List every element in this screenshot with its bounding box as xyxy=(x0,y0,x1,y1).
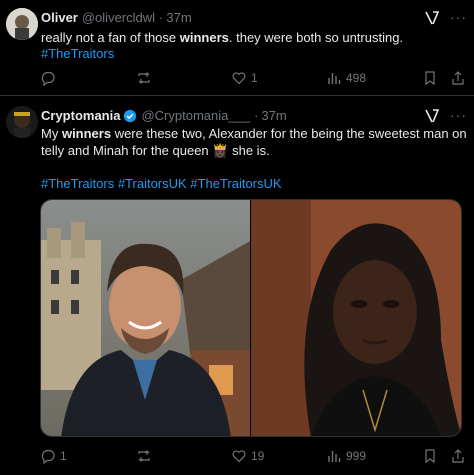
avatar[interactable] xyxy=(6,106,38,138)
retweet-icon xyxy=(138,72,150,84)
hashtag-link[interactable]: #TheTraitors xyxy=(41,45,114,62)
photo-alexander[interactable] xyxy=(41,200,251,436)
tweet-text-line1: My winners were these two, Alexander for… xyxy=(41,126,467,141)
verified-icon[interactable] xyxy=(123,109,137,123)
like-icon xyxy=(232,450,246,463)
share-button[interactable] xyxy=(450,448,466,464)
share-button[interactable] xyxy=(450,70,466,86)
reply-button[interactable]: 1 xyxy=(40,448,67,464)
bookmark-button[interactable] xyxy=(422,448,438,464)
bookmark-icon xyxy=(425,449,435,464)
avatar-image xyxy=(6,106,38,138)
action-bar: 1 19 999 xyxy=(40,447,470,465)
separator-dot: · xyxy=(159,10,164,25)
grok-icon[interactable] xyxy=(424,108,440,124)
photo-minah[interactable] xyxy=(251,200,461,436)
tweet-text-line2: telly and Minah for the queen 👸🏿 she is. xyxy=(41,143,270,158)
photo-alexander-image xyxy=(41,200,250,436)
avatar[interactable] xyxy=(6,8,38,40)
separator-dot: · xyxy=(254,108,259,123)
views-button[interactable]: 999 xyxy=(326,448,366,464)
retweet-button[interactable] xyxy=(136,70,156,86)
views-icon xyxy=(328,451,341,462)
like-button[interactable]: 19 xyxy=(231,448,264,464)
user-handle[interactable]: @Cryptomania___ xyxy=(141,108,250,123)
media-grid[interactable] xyxy=(40,199,462,437)
like-button[interactable]: 1 xyxy=(231,70,258,86)
views-button[interactable]: 498 xyxy=(326,70,366,86)
display-name[interactable]: Oliver xyxy=(41,10,78,25)
views-icon xyxy=(328,73,341,84)
reply-icon xyxy=(41,71,55,86)
tweet-text: really not a fan of those winners. they … xyxy=(41,30,404,45)
action-bar: 1 498 xyxy=(40,69,470,87)
bookmark-button[interactable] xyxy=(422,70,438,86)
grok-icon[interactable] xyxy=(424,10,440,26)
more-icon[interactable]: ··· xyxy=(450,107,467,123)
like-icon xyxy=(232,72,246,85)
more-icon[interactable]: ··· xyxy=(450,9,467,25)
reply-icon xyxy=(41,449,55,464)
user-handle[interactable]: @olivercldwl xyxy=(82,10,155,25)
bookmark-icon xyxy=(425,71,435,86)
photo-minah-image xyxy=(251,200,461,436)
retweet-button[interactable] xyxy=(136,448,156,464)
share-icon xyxy=(452,449,464,463)
tweet-cryptomania[interactable]: Cryptomania @Cryptomania___ · 37m ··· My… xyxy=(0,97,474,475)
reply-button[interactable] xyxy=(40,70,60,86)
display-name[interactable]: Cryptomania xyxy=(41,108,120,123)
tweet-oliver[interactable]: Oliver @olivercldwl · 37m ··· really not… xyxy=(0,0,474,96)
timestamp[interactable]: 37m xyxy=(261,108,286,123)
retweet-icon xyxy=(138,450,150,462)
hashtag-links[interactable]: #TheTraitors #TraitorsUK #TheTraitorsUK xyxy=(41,175,282,192)
avatar-image xyxy=(6,8,38,40)
timestamp[interactable]: 37m xyxy=(166,10,191,25)
queen-emoji: 👸🏿 xyxy=(212,143,229,158)
share-icon xyxy=(452,71,464,85)
